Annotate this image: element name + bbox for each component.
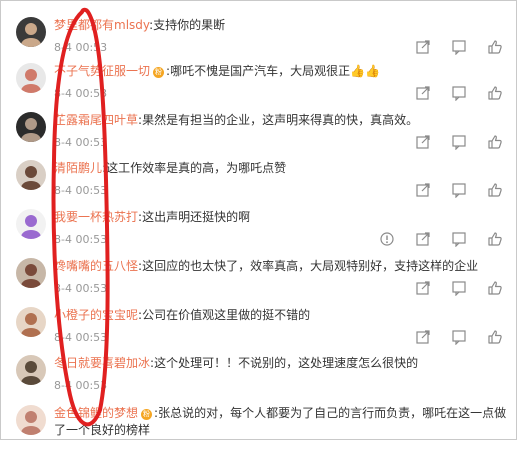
comment-actions xyxy=(415,39,503,55)
timestamp: 8-4 00:53 xyxy=(54,331,108,344)
share-icon[interactable] xyxy=(415,134,431,150)
comment-text-line: 梦里都都有mlsdy:支持你的果断 xyxy=(54,17,514,33)
comment-item: 小橙子的宝宝呢:公司在价值观这里做的挺不错的 8-4 00:53 xyxy=(0,307,517,357)
comment-text-line: 冬日就要喜碧加冰:这个处理可！！不说别的，这处理速度怎么很快的 xyxy=(54,355,514,371)
share-icon[interactable] xyxy=(415,85,431,101)
comment-actions xyxy=(415,134,503,150)
username-link[interactable]: 不子气势征服一切 xyxy=(54,64,150,78)
comment-text-line: 不子气势征服一切粉:哪吒不愧是国产汽车，大局观很正👍👍 xyxy=(54,63,514,79)
comment-body: 哪吒不愧是国产汽车，大局观很正 xyxy=(170,64,351,78)
like-icon[interactable] xyxy=(487,85,503,101)
avatar[interactable] xyxy=(16,307,46,337)
comment-actions xyxy=(415,85,503,101)
comment-item: 不子气势征服一切粉:哪吒不愧是国产汽车，大局观很正👍👍 8-4 00:53 xyxy=(0,63,517,113)
comment-icon[interactable] xyxy=(451,85,467,101)
like-icon[interactable] xyxy=(487,182,503,198)
avatar[interactable] xyxy=(16,209,46,239)
comment-item: 冬日就要喜碧加冰:这个处理可！！不说别的，这处理速度怎么很快的 8-4 00:53 xyxy=(0,355,517,405)
comment-actions xyxy=(415,182,503,198)
timestamp: 8-4 00:53 xyxy=(54,184,108,197)
fan-badge-icon: 粉 xyxy=(153,67,165,78)
comment-item: 金色锦鲤的梦想粉:张总说的对，每个人都要为了自己的言行而负责，哪吒在这一点做了一… xyxy=(0,405,517,455)
timestamp: 8-4 00:53 xyxy=(54,282,108,295)
avatar[interactable] xyxy=(16,355,46,385)
timestamp: 8-4 00:53 xyxy=(54,379,108,392)
comment-item: 清陌鹏儿:这工作效率是真的高，为哪吒点赞 8-4 00:53 xyxy=(0,160,517,210)
comment-body: 支持你的果断 xyxy=(153,18,226,32)
comment-text-line: 金色锦鲤的梦想粉:张总说的对，每个人都要为了自己的言行而负责，哪吒在这一点做了一… xyxy=(54,405,514,439)
comment-actions xyxy=(415,280,503,296)
comment-body: 这回应的也太快了，效率真高，大局观特别好，支持这样的企业 xyxy=(142,259,479,273)
avatar[interactable] xyxy=(16,112,46,142)
comment-item: 梦里都都有mlsdy:支持你的果断 8-4 00:53 xyxy=(0,17,517,67)
comment-body: 这个处理可！！不说别的，这处理速度怎么很快的 xyxy=(154,356,419,370)
like-icon[interactable] xyxy=(487,280,503,296)
comment-item: 馋嘴嘴的五八怪:这回应的也太快了，效率真高，大局观特别好，支持这样的企业 8-4 … xyxy=(0,258,517,308)
username-link[interactable]: 馋嘴嘴的五八怪 xyxy=(54,259,138,273)
comment-actions xyxy=(379,231,503,247)
thumbs-up-emoji-icon: 👍👍 xyxy=(350,64,380,78)
username-link[interactable]: 小橙子的宝宝呢 xyxy=(54,308,138,322)
timestamp: 8-4 00:53 xyxy=(54,136,108,149)
comment-icon[interactable] xyxy=(451,39,467,55)
comment-actions xyxy=(415,329,503,345)
username-link[interactable]: 冬日就要喜碧加冰 xyxy=(54,356,150,370)
username-link[interactable]: 梦里都都有mlsdy xyxy=(54,18,149,32)
like-icon[interactable] xyxy=(487,39,503,55)
report-icon[interactable] xyxy=(379,231,395,247)
like-icon[interactable] xyxy=(487,231,503,247)
avatar[interactable] xyxy=(16,17,46,47)
comment-icon[interactable] xyxy=(451,329,467,345)
username-link[interactable]: 我要一杯热苏打 xyxy=(54,210,138,224)
comment-text-line: 小橙子的宝宝呢:公司在价值观这里做的挺不错的 xyxy=(54,307,514,323)
comment-text-line: 清陌鹏儿:这工作效率是真的高，为哪吒点赞 xyxy=(54,160,514,176)
share-icon[interactable] xyxy=(415,329,431,345)
timestamp: 8-4 00:53 xyxy=(54,41,108,54)
share-icon[interactable] xyxy=(415,39,431,55)
like-icon[interactable] xyxy=(487,134,503,150)
username-link[interactable]: 金色锦鲤的梦想 xyxy=(54,406,138,420)
timestamp: 8-4 00:53 xyxy=(54,233,108,246)
share-icon[interactable] xyxy=(415,231,431,247)
comment-text-line: 芷露霜尾四叶草:果然是有担当的企业，这声明来得真的快，真高效。 xyxy=(54,112,514,128)
comment-item: 芷露霜尾四叶草:果然是有担当的企业，这声明来得真的快，真高效。 8-4 00:53 xyxy=(0,112,517,162)
comment-body: 这工作效率是真的高，为哪吒点赞 xyxy=(106,161,287,175)
avatar[interactable] xyxy=(16,405,46,435)
comment-icon[interactable] xyxy=(451,134,467,150)
share-icon[interactable] xyxy=(415,182,431,198)
comment-body: 果然是有担当的企业，这声明来得真的快，真高效。 xyxy=(142,113,419,127)
username-link[interactable]: 芷露霜尾四叶草 xyxy=(54,113,138,127)
comment-icon[interactable] xyxy=(451,280,467,296)
avatar[interactable] xyxy=(16,63,46,93)
comment-icon[interactable] xyxy=(451,231,467,247)
timestamp: 8-4 00:53 xyxy=(54,87,108,100)
comment-body: 公司在价值观这里做的挺不错的 xyxy=(142,308,311,322)
comment-icon[interactable] xyxy=(451,182,467,198)
share-icon[interactable] xyxy=(415,280,431,296)
fan-badge-icon: 粉 xyxy=(141,409,153,420)
comment-text-line: 我要一杯热苏打:这出声明还挺快的啊 xyxy=(54,209,514,225)
comment-item: 我要一杯热苏打:这出声明还挺快的啊 8-4 00:53 xyxy=(0,209,517,259)
avatar[interactable] xyxy=(16,160,46,190)
username-link[interactable]: 清陌鹏儿 xyxy=(54,161,102,175)
like-icon[interactable] xyxy=(487,329,503,345)
avatar[interactable] xyxy=(16,258,46,288)
comment-body: 这出声明还挺快的啊 xyxy=(142,210,251,224)
comment-text-line: 馋嘴嘴的五八怪:这回应的也太快了，效率真高，大局观特别好，支持这样的企业 xyxy=(54,258,514,274)
